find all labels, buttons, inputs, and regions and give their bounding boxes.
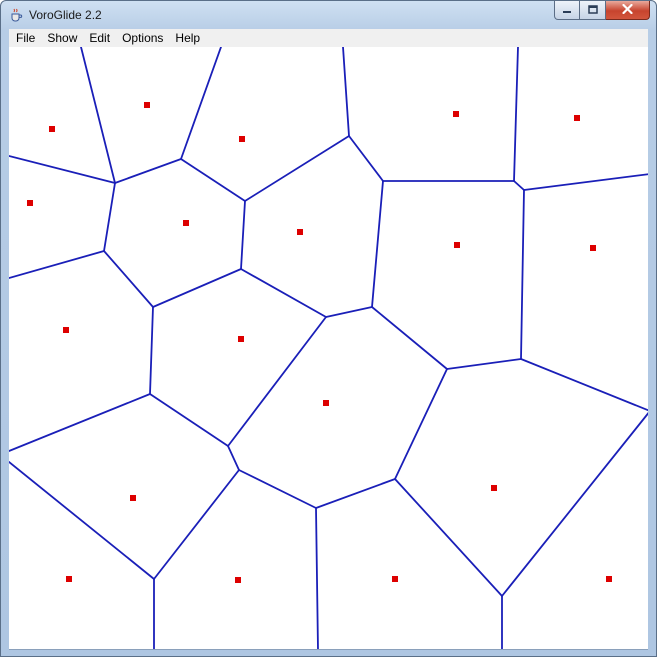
voronoi-edge [394,368,448,480]
minimize-button[interactable] [554,1,580,20]
voronoi-site-point[interactable] [239,136,245,142]
voronoi-site-point[interactable] [453,111,459,117]
voronoi-site-point[interactable] [574,115,580,121]
voronoi-site-point[interactable] [323,400,329,406]
voronoi-site-point[interactable] [27,200,33,206]
voronoi-edge [371,306,448,370]
window-controls [554,1,650,21]
voronoi-diagram[interactable] [9,47,648,650]
voronoi-edge [315,507,319,649]
voronoi-site-point[interactable] [392,576,398,582]
voronoi-site-point[interactable] [63,327,69,333]
voronoi-edge [520,189,525,360]
voronoi-edge [348,135,384,182]
voronoi-edge [227,445,240,471]
voronoi-edge [114,158,182,184]
voronoi-edge [149,393,229,447]
voronoi-edge [325,306,373,318]
voronoi-edge [153,469,240,580]
close-icon [622,1,633,19]
voronoi-edge [513,180,525,191]
window-title: VoroGlide 2.2 [29,8,102,22]
voronoi-site-point[interactable] [235,577,241,583]
voronoi-site-point[interactable] [66,576,72,582]
maximize-icon [587,1,598,19]
menu-file[interactable]: File [9,29,41,47]
close-button[interactable] [606,1,650,20]
app-window: VoroGlide 2.2 File Show Edit Options Hel… [0,0,657,657]
voronoi-site-point[interactable] [130,495,136,501]
voronoi-edge [9,155,116,184]
voronoi-edge [180,158,246,202]
voronoi-edge [513,47,519,182]
menu-options[interactable]: Options [116,29,169,47]
voronoi-edge [240,268,327,318]
voronoi-edge [9,461,155,580]
voronoi-edge [501,412,648,597]
title-bar[interactable]: VoroGlide 2.2 [1,1,656,29]
menu-edit[interactable]: Edit [83,29,116,47]
voronoi-edge [315,478,396,509]
voronoi-site-point[interactable] [297,229,303,235]
minimize-icon [562,1,572,19]
voronoi-edge [149,306,154,395]
voronoi-site-point[interactable] [606,576,612,582]
voronoi-edge [9,393,151,452]
voronoi-edge [446,358,522,370]
voronoi-site-point[interactable] [491,485,497,491]
voronoi-edge [238,469,317,509]
voronoi-edge [103,250,154,308]
menu-help[interactable]: Help [169,29,206,47]
voronoi-edge [152,268,242,308]
voronoi-edge [240,200,246,270]
menu-bar: File Show Edit Options Help [9,29,648,47]
maximize-button[interactable] [580,1,606,20]
voronoi-edge [180,47,222,160]
voronoi-edge [342,47,350,137]
voronoi-edge [394,478,503,597]
voronoi-edge [523,173,648,191]
menu-show[interactable]: Show [41,29,83,47]
voronoi-site-point[interactable] [144,102,150,108]
voronoi-edge [9,250,105,279]
voronoi-site-point[interactable] [238,336,244,342]
java-cup-icon [9,8,23,22]
voronoi-edge [103,182,116,252]
voronoi-site-point[interactable] [590,245,596,251]
voronoi-canvas[interactable] [9,47,648,650]
voronoi-site-point[interactable] [183,220,189,226]
voronoi-site-point[interactable] [49,126,55,132]
voronoi-edge [244,135,350,202]
voronoi-site-point[interactable] [454,242,460,248]
voronoi-edge [371,180,384,308]
voronoi-edge [80,47,116,184]
voronoi-edge [520,358,648,412]
